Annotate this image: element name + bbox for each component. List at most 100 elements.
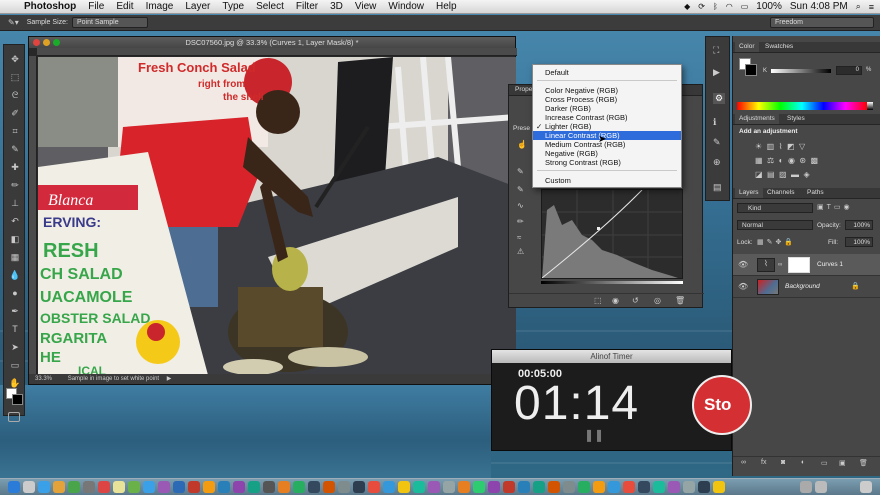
firefox-icon[interactable] [53,481,65,493]
healing-brush-tool-icon[interactable]: ✚ [9,161,21,173]
app-icon-47[interactable] [713,481,725,493]
trash-icon[interactable] [860,481,872,493]
itunes-icon[interactable] [158,481,170,493]
documents-stack-icon[interactable] [815,481,827,493]
on-image-adjust-icon[interactable]: ☝ [517,140,527,150]
eye-icon[interactable]: 👁 [738,282,748,291]
channel-mixer-icon[interactable]: ⊛ [799,156,806,165]
photo-filter-icon[interactable]: ◉ [788,156,795,165]
fx-icon[interactable]: fx [761,459,766,466]
quick-select-tool-icon[interactable]: ✐ [9,107,21,119]
layer-row-background[interactable]: 👁 Background 🔒 [733,276,880,298]
preset-medium-contrast[interactable]: Medium Contrast (RGB) [533,140,681,149]
brush-presets-icon[interactable]: ✎ [713,137,721,148]
layer-mask-thumbnail[interactable] [788,257,810,273]
preset-default[interactable]: Default [533,68,681,77]
minimize-window-icon[interactable] [43,39,50,46]
menu-layer[interactable]: Layer [185,1,210,12]
menu-select[interactable]: Select [256,1,284,12]
new-adjustment-icon[interactable]: ◐ [801,459,805,466]
menu-filter[interactable]: Filter [296,1,318,12]
preset-increase-contrast[interactable]: Increase Contrast (RGB) [533,113,681,122]
lock-icons[interactable]: ▦✎✥🔒 [757,238,796,246]
image-canvas[interactable]: Blanca ERVING: RESH CH SALAD UACAMOLE OB… [38,57,516,375]
preset-strong-contrast[interactable]: Strong Contrast (RGB) [533,158,681,167]
k-slider[interactable] [771,69,831,73]
crop-tool-icon[interactable]: ⌗ [9,125,21,137]
messages-icon[interactable] [128,481,140,493]
chain-link-icon[interactable]: ∞ [778,262,782,268]
menubar-clock[interactable]: Sun 4:08 PM [790,1,848,12]
add-mask-icon[interactable]: ◙ [781,459,785,466]
menu-3d[interactable]: 3D [330,1,343,12]
calendar-icon[interactable] [98,481,110,493]
menu-file[interactable]: File [88,1,104,12]
app-icon-41[interactable] [623,481,635,493]
preset-color-negative[interactable]: Color Negative (RGB) [533,86,681,95]
app-icon-37[interactable] [563,481,575,493]
layer-name-background[interactable]: Background [785,283,820,290]
gradient-map-icon[interactable]: ▬ [791,170,799,179]
app-icon-43[interactable] [653,481,665,493]
status-arrow-icon[interactable]: ▶ [167,376,172,382]
tab-layers[interactable]: Layers [735,188,763,198]
vlc-icon[interactable] [278,481,290,493]
blend-mode-select[interactable]: Normal [737,220,813,230]
app-icon-33[interactable] [503,481,515,493]
k-value-field[interactable]: 0 [836,66,862,75]
preset-negative[interactable]: Negative (RGB) [533,149,681,158]
properties-panel-icon[interactable]: ⚙ [713,93,725,104]
type-tool-icon[interactable]: T [9,323,21,335]
preset-lighter[interactable]: ✓ Lighter (RGB) [533,122,681,131]
photoshop-icon[interactable] [173,481,185,493]
menu-view[interactable]: View [355,1,377,12]
curve-point-icon[interactable]: ∿ [517,201,527,211]
battery-icon[interactable]: ▭ [741,2,749,11]
black-point-eyedropper-icon[interactable]: ✎ [517,167,527,177]
preset-darker[interactable]: Darker (RGB) [533,104,681,113]
menu-window[interactable]: Window [388,1,424,12]
quick-mask-icon[interactable] [8,412,20,422]
downloads-stack-icon[interactable] [800,481,812,493]
app-icon-46[interactable] [698,481,710,493]
levels-icon[interactable]: ▥ [767,142,775,151]
layer-row-curves[interactable]: 👁 ⌇ ∞ Curves 1 [733,254,880,276]
history-brush-tool-icon[interactable]: ↶ [9,215,21,227]
tab-swatches[interactable]: Swatches [761,42,797,52]
app-icon-32[interactable] [488,481,500,493]
app-icon-45[interactable] [683,481,695,493]
new-group-icon[interactable]: ▭ [821,459,828,467]
spotlight-icon[interactable]: ⌕ [856,1,861,12]
history-panel-icon[interactable]: ⛶ [713,45,719,56]
tab-paths[interactable]: Paths [803,188,828,198]
app-icon-40[interactable] [608,481,620,493]
launchpad-icon[interactable] [23,481,35,493]
clone-source-icon[interactable]: ⊕ [713,157,721,168]
color-bg-swatch[interactable] [745,64,757,76]
app-icon-31[interactable] [473,481,485,493]
color-lookup-icon[interactable]: ▩ [811,156,819,165]
link-layers-icon[interactable]: ∞ [741,459,746,466]
app-icon-30[interactable] [458,481,470,493]
smooth-curve-icon[interactable]: ≈ [517,233,527,243]
premiere-icon[interactable] [233,481,245,493]
app-icon-21[interactable] [323,481,335,493]
app-icon-24[interactable] [368,481,380,493]
invert-icon[interactable]: ◪ [755,170,763,179]
clip-to-layer-icon[interactable]: ⬚ [594,296,602,305]
app-icon-34[interactable] [518,481,530,493]
delete-adjustment-icon[interactable]: 🗑 [675,296,685,305]
reset-icon[interactable]: ↺ [632,296,639,305]
app-icon-25[interactable] [383,481,395,493]
app-icon-26[interactable] [398,481,410,493]
view-previous-icon[interactable]: ◉ [612,296,619,305]
finder-icon[interactable] [8,481,20,493]
tab-color[interactable]: Color [735,42,759,52]
background-color-swatch[interactable] [12,394,23,405]
dodge-tool-icon[interactable]: ● [9,287,21,299]
menu-edit[interactable]: Edit [116,1,133,12]
timer-title-bar[interactable]: Alinof Timer [492,350,731,363]
app-icon-36[interactable] [548,481,560,493]
visibility-icon[interactable]: ◎ [654,296,661,305]
curve-point[interactable] [597,227,600,230]
